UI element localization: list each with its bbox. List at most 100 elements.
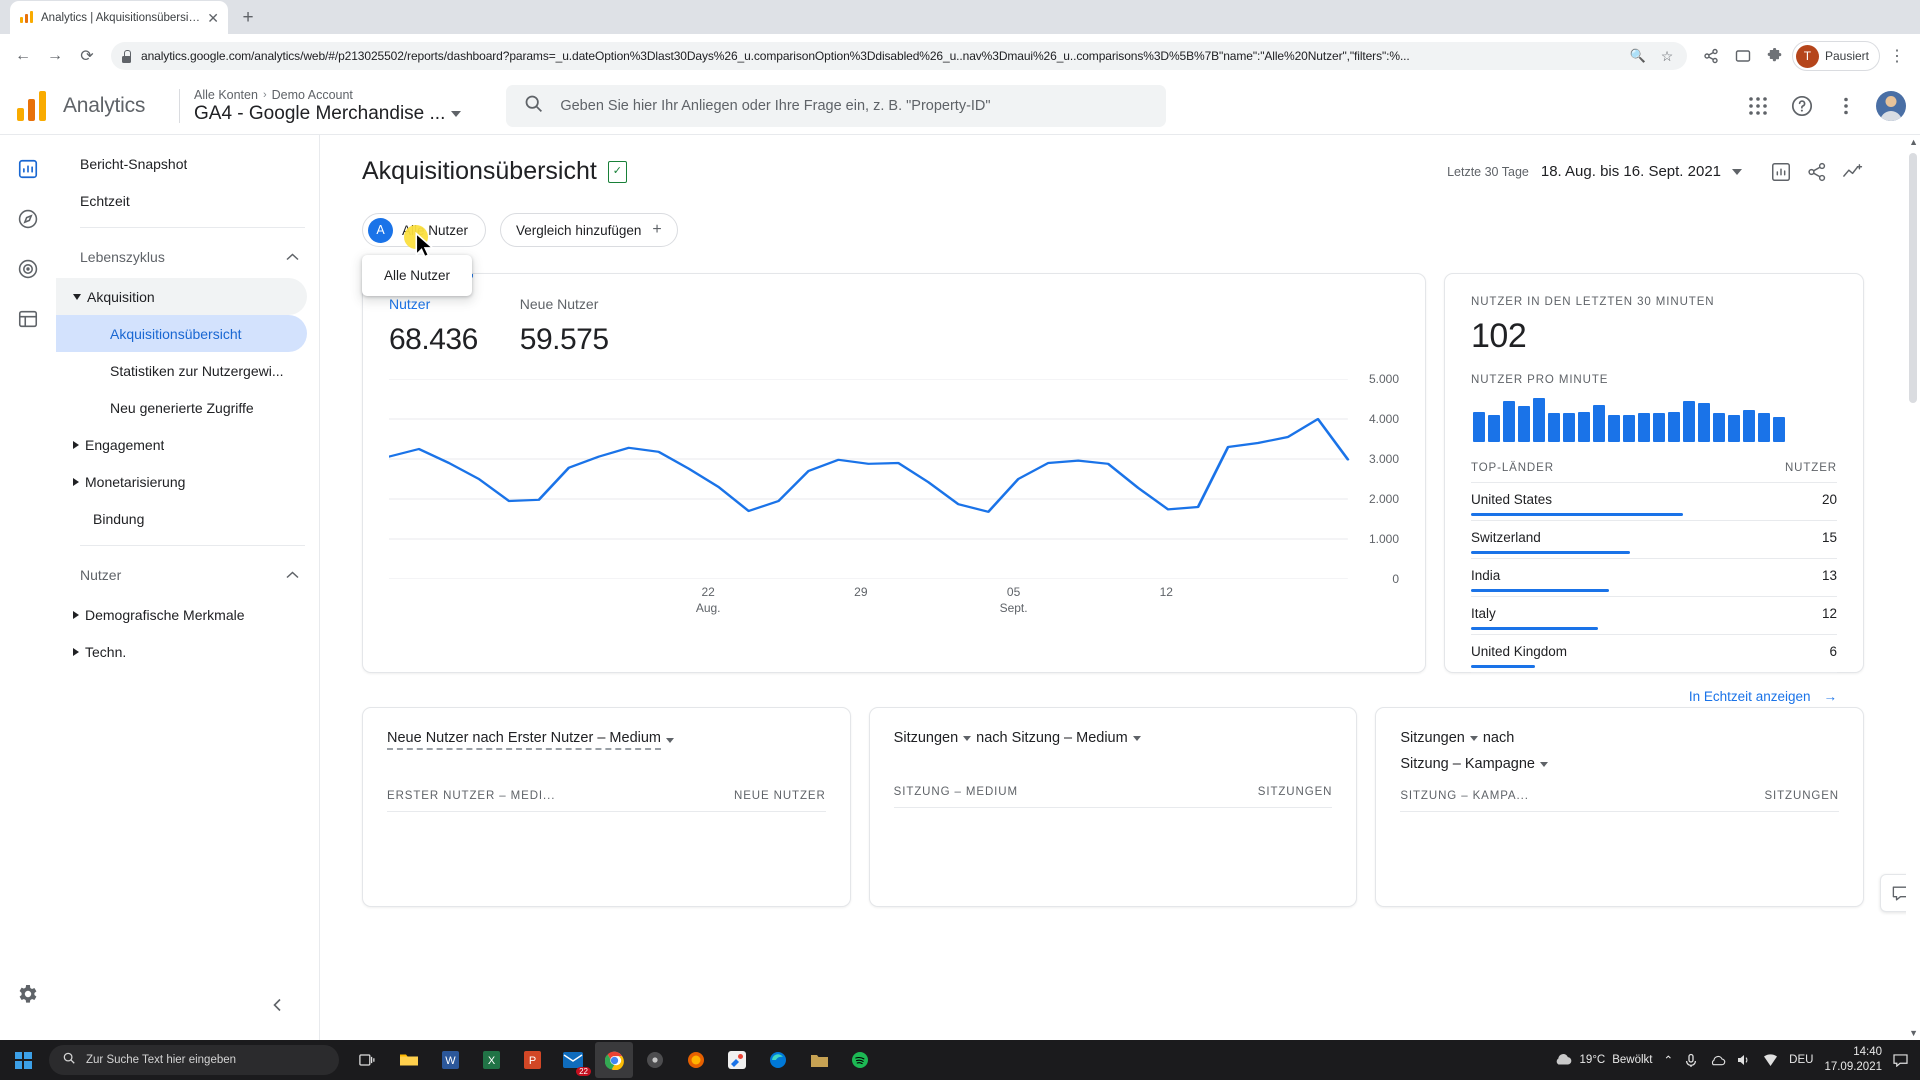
taskbar-app-chrome[interactable]: [595, 1042, 633, 1078]
sidebar-item-snapshot[interactable]: Bericht-Snapshot: [56, 145, 307, 182]
search-input[interactable]: [560, 98, 1150, 114]
taskbar-app-firefox[interactable]: [677, 1042, 715, 1078]
taskbar-app-powerpoint[interactable]: P: [513, 1042, 551, 1078]
property-selector[interactable]: GA4 - Google Merchandise ...: [194, 103, 462, 125]
chevron-up-icon[interactable]: ⌃: [1664, 1053, 1674, 1067]
taskbar-search[interactable]: Zur Suche Text hier eingeben: [49, 1045, 339, 1075]
insights-icon[interactable]: [1842, 161, 1864, 183]
verified-badge-icon[interactable]: ✓: [607, 160, 627, 183]
breadcrumb-account[interactable]: Alle Konten: [194, 88, 258, 102]
sidebar-item-tech[interactable]: Techn.: [56, 633, 307, 670]
bookmark-star-icon[interactable]: ☆: [1657, 46, 1677, 66]
sidebar-item-monetization[interactable]: Monetarisierung: [56, 463, 307, 500]
weather-widget[interactable]: 19°C Bewölkt: [1553, 1052, 1653, 1069]
sidebar-item-demographics[interactable]: Demografische Merkmale: [56, 596, 307, 633]
browser-tab[interactable]: Analytics | Akquisitionsübersicht ✕: [10, 1, 228, 34]
taskbar-app-edge[interactable]: [759, 1042, 797, 1078]
google-analytics-app: Analytics Alle Konten › Demo Account GA4…: [0, 78, 1920, 1040]
taskbar-app-cd-app[interactable]: [636, 1042, 674, 1078]
edit-comparison-icon[interactable]: [1770, 161, 1792, 183]
apps-grid-icon[interactable]: [1739, 87, 1777, 125]
taskbar-app-folder-app[interactable]: [800, 1042, 838, 1078]
ga-search-box[interactable]: [506, 85, 1167, 127]
forward-button[interactable]: →: [40, 41, 70, 71]
sidebar-item-realtime[interactable]: Echtzeit: [56, 182, 307, 219]
taskbar-app-spotify[interactable]: [841, 1042, 879, 1078]
onedrive-cloud-icon[interactable]: [1709, 1054, 1726, 1066]
sidebar-item-traffic-acquisition[interactable]: Neu generierte Zugriffe: [56, 389, 307, 426]
chevron-left-icon[interactable]: [265, 992, 291, 1018]
table-row[interactable]: United Kingdom 6: [1471, 635, 1837, 673]
ga-logo-area[interactable]: Analytics: [0, 91, 175, 121]
card-table-header: ERSTER NUTZER – MEDI... NEUE NUTZER: [387, 790, 826, 812]
volume-icon[interactable]: [1737, 1053, 1752, 1067]
sidebar-group-user[interactable]: Nutzer: [56, 554, 319, 596]
card-table-header: SITZUNG – MEDIUM SITZUNGEN: [893, 786, 1333, 808]
table-row[interactable]: Switzerland 15: [1471, 521, 1837, 559]
share-icon[interactable]: [1696, 41, 1726, 71]
card-title[interactable]: Neue Nutzer nach Erster Nutzer – Medium: [387, 730, 826, 750]
chevron-down-icon: [1469, 735, 1478, 741]
more-vert-icon[interactable]: ⋮: [1882, 41, 1912, 71]
card-title[interactable]: Sitzungen nach Sitzung – Medium: [894, 730, 1333, 746]
reload-button[interactable]: ⟳: [72, 41, 102, 71]
sidebar-item-retention[interactable]: Bindung: [56, 500, 307, 537]
country-users: 13: [1821, 568, 1837, 583]
sidebar-group-lifecycle[interactable]: Lebenszyklus: [56, 236, 319, 278]
scroll-down-icon[interactable]: ▼: [1909, 1028, 1918, 1038]
view-realtime-link[interactable]: In Echtzeit anzeigen →: [1471, 689, 1837, 704]
scrollbar-track[interactable]: ▲ ▼: [1906, 135, 1920, 1040]
profile-button[interactable]: T Pausiert: [1791, 41, 1880, 71]
top-countries-list: United States 20 Switzerland 15 India 13 Italy…: [1471, 483, 1837, 673]
notification-icon[interactable]: [1893, 1053, 1908, 1067]
address-bar[interactable]: analytics.google.com/analytics/web/#/p21…: [111, 42, 1687, 70]
taskbar-app-file-explorer[interactable]: [390, 1042, 428, 1078]
divider: [80, 545, 305, 546]
back-button[interactable]: ←: [8, 41, 38, 71]
table-row[interactable]: United States 20: [1471, 483, 1837, 521]
triangle-right-icon: [73, 477, 79, 486]
mic-icon[interactable]: [1684, 1053, 1698, 1068]
gear-icon[interactable]: [8, 974, 48, 1014]
breadcrumb-property[interactable]: Demo Account: [272, 88, 353, 102]
help-icon[interactable]: [1783, 87, 1821, 125]
taskbar-app-paint[interactable]: [718, 1042, 756, 1078]
add-comparison-button[interactable]: Vergleich hinzufügen +: [500, 213, 678, 247]
taskbar-app-excel[interactable]: X: [472, 1042, 510, 1078]
user-avatar[interactable]: [1876, 91, 1906, 121]
scrollbar-thumb[interactable]: [1909, 153, 1917, 403]
media-icon[interactable]: [1728, 41, 1758, 71]
clock[interactable]: 14:40 17.09.2021: [1824, 1045, 1882, 1075]
sidebar-item-engagement[interactable]: Engagement: [56, 426, 307, 463]
card-title[interactable]: Sitzungen nach Sitzung – Kampagne: [1400, 730, 1839, 772]
rail-item-advertising[interactable]: [8, 249, 48, 289]
sidebar-item-label: Echtzeit: [80, 192, 130, 209]
metric-tab-new-users[interactable]: Neue Nutzer 59.575: [520, 296, 609, 357]
new-tab-button[interactable]: +: [234, 4, 262, 32]
date-range-selector[interactable]: Letzte 30 Tage 18. Aug. bis 16. Sept. 20…: [1447, 161, 1864, 183]
rail-item-reports[interactable]: [8, 149, 48, 189]
table-row[interactable]: India 13: [1471, 559, 1837, 597]
task-view-icon[interactable]: [349, 1042, 387, 1078]
sidebar-item-user-acquisition[interactable]: Statistiken zur Nutzergewi...: [56, 352, 307, 389]
sidebar-item-acquisition[interactable]: Akquisition: [56, 278, 307, 315]
rail-item-explore[interactable]: [8, 199, 48, 239]
taskbar-app-mail[interactable]: 22: [554, 1042, 592, 1078]
puzzle-icon[interactable]: [1760, 41, 1790, 71]
sidebar-item-acquisition-overview[interactable]: Akquisitionsübersicht: [56, 315, 307, 352]
network-icon[interactable]: [1763, 1053, 1778, 1067]
more-vert-icon[interactable]: [1827, 87, 1865, 125]
rail-item-configure[interactable]: [8, 299, 48, 339]
scroll-up-icon[interactable]: ▲: [1909, 137, 1918, 147]
language-indicator[interactable]: DEU: [1789, 1054, 1813, 1066]
close-icon[interactable]: ✕: [207, 11, 219, 25]
metric-tab-users[interactable]: Nutzer 68.436: [389, 296, 478, 357]
triangle-down-icon: [73, 293, 81, 300]
zoom-icon[interactable]: 🔍: [1628, 46, 1648, 66]
start-button[interactable]: [0, 1040, 46, 1080]
users-line-chart[interactable]: 0 1.000 2.000 3.000 4.000 5.000 22 Aug. 29 05 Sep…: [389, 372, 1399, 615]
share-icon[interactable]: [1806, 161, 1828, 183]
taskbar-app-word[interactable]: W: [431, 1042, 469, 1078]
table-row[interactable]: Italy 12: [1471, 597, 1837, 635]
windows-logo-icon: [14, 1051, 32, 1069]
